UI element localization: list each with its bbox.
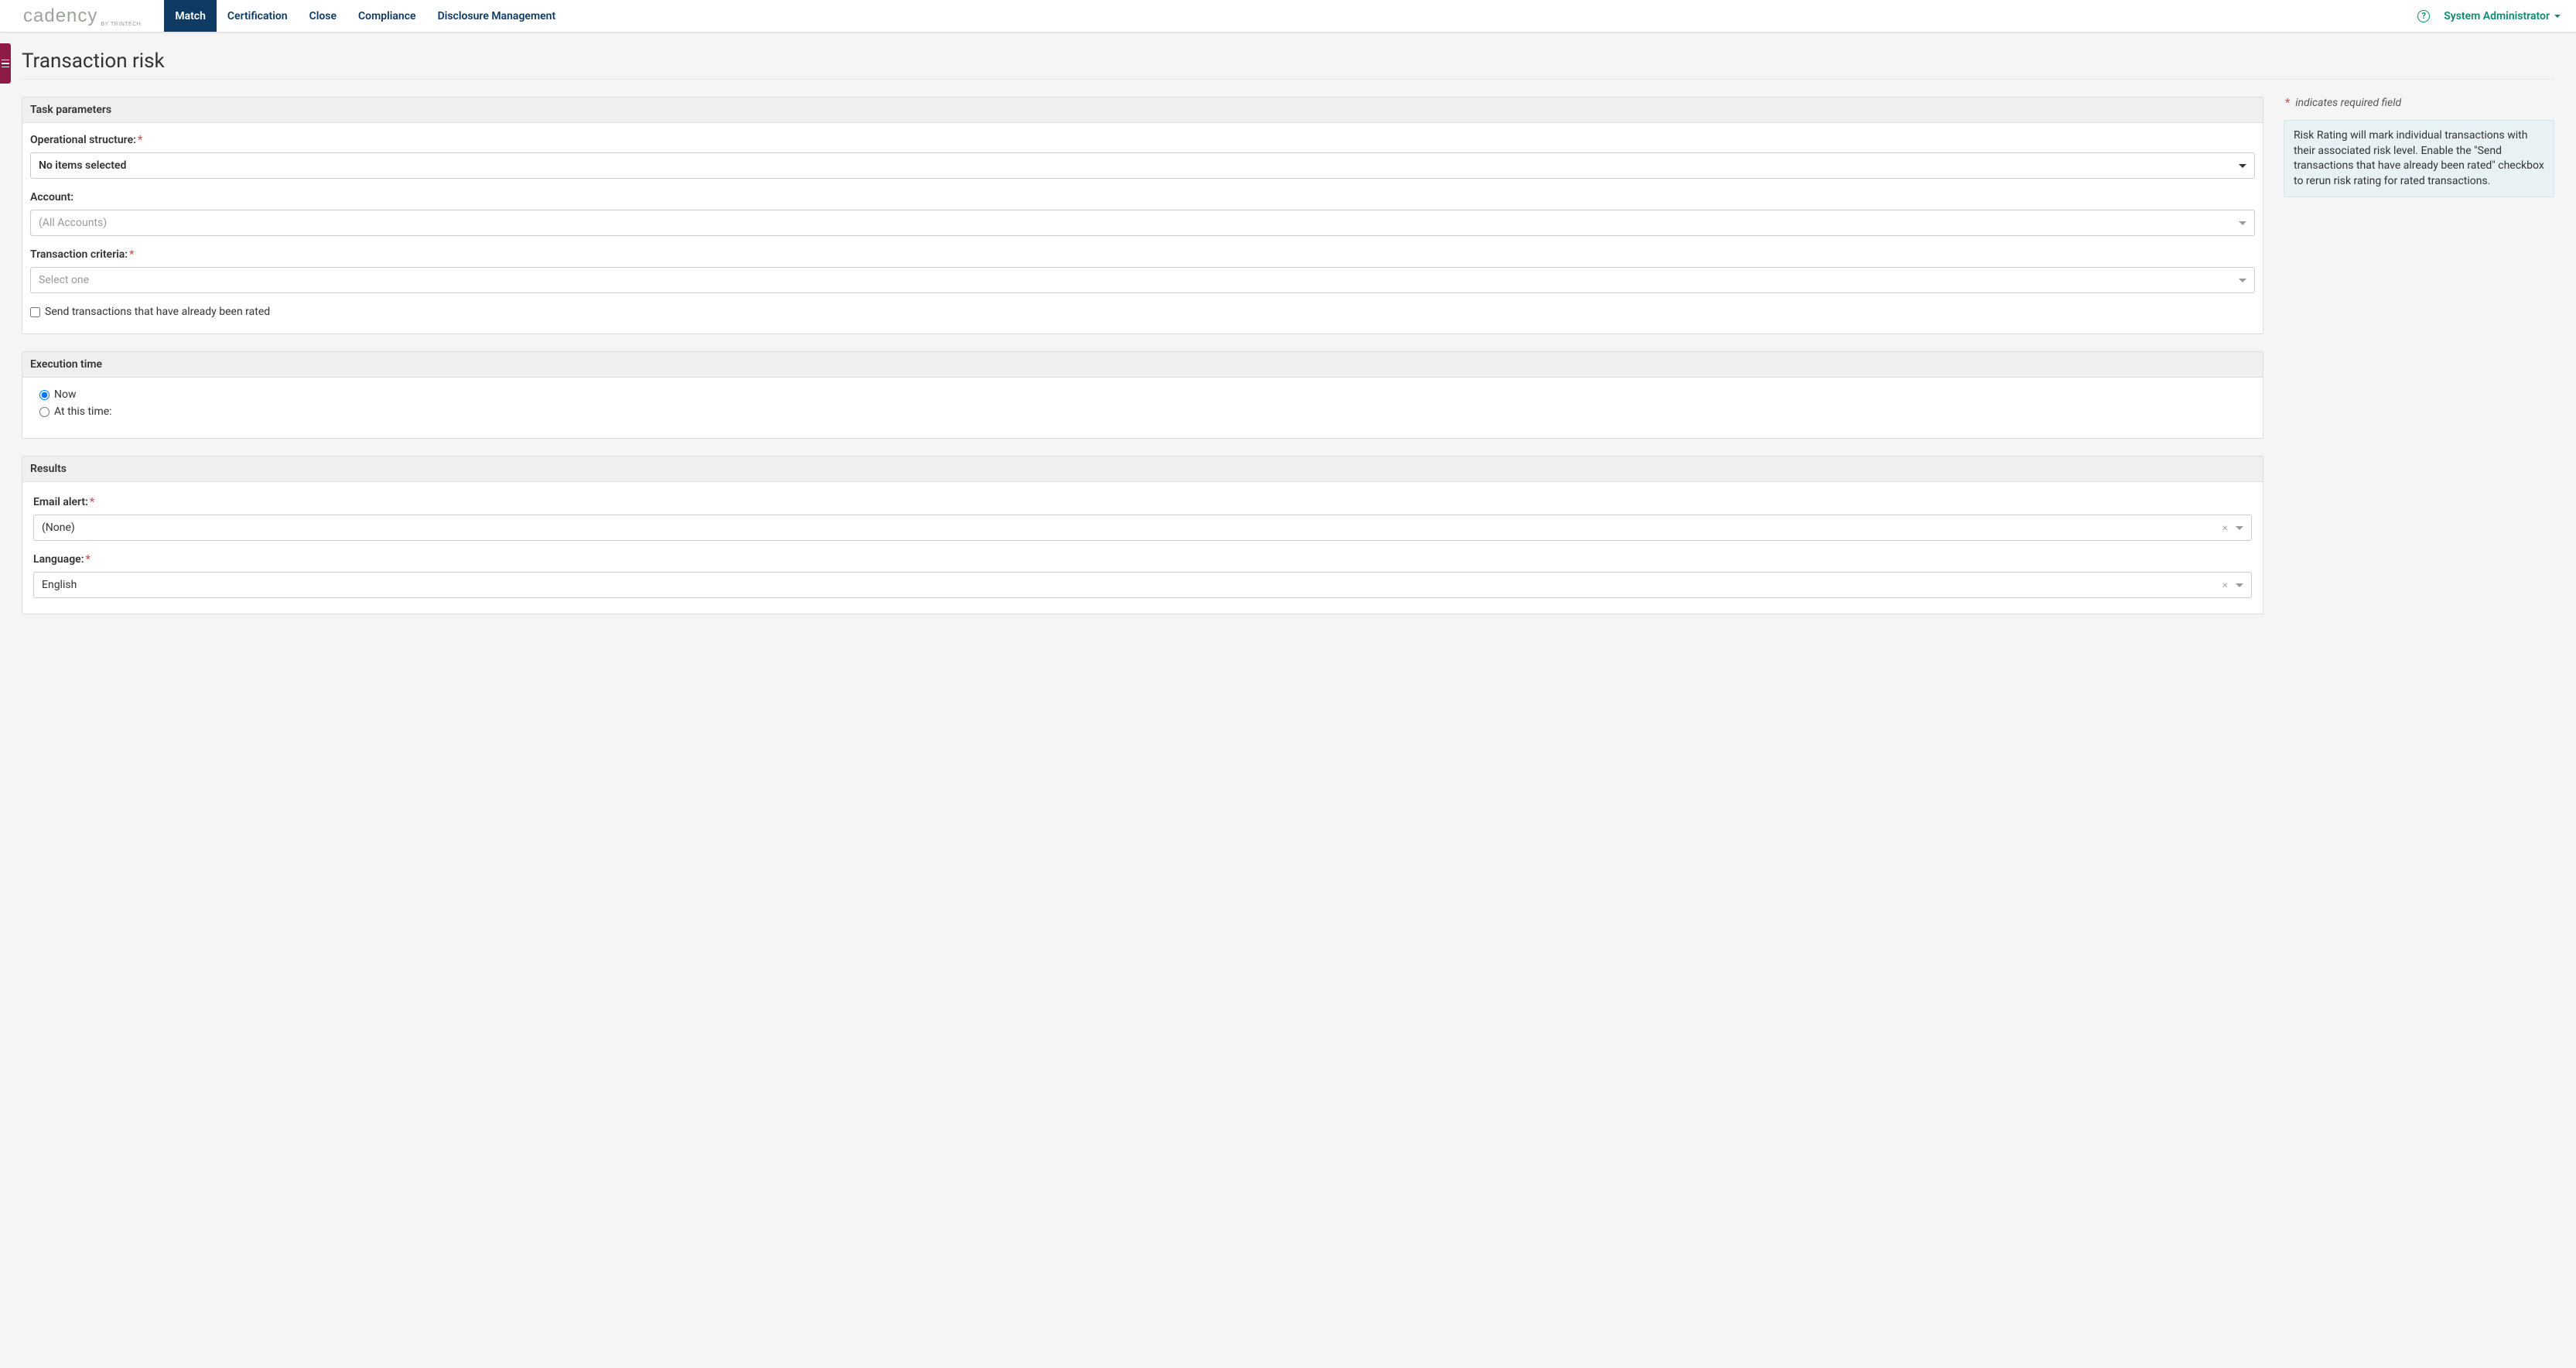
nav-tab-certification[interactable]: Certification	[217, 0, 299, 32]
transaction-criteria-placeholder: Select one	[39, 274, 89, 286]
brand-name: cadency	[23, 5, 97, 27]
execution-at-time-radio[interactable]	[39, 407, 50, 417]
nav-tab-disclosure-management[interactable]: Disclosure Management	[427, 0, 567, 32]
operational-structure-select[interactable]: No items selected	[30, 152, 2255, 179]
send-rated-label: Send transactions that have already been…	[45, 306, 270, 318]
label-account: Account:	[30, 191, 2255, 203]
nav-right: ? System Administrator	[2417, 0, 2576, 32]
user-name: System Administrator	[2444, 10, 2550, 22]
menu-icon	[2, 60, 9, 68]
panel-header-task-parameters: Task parameters	[22, 97, 2263, 123]
panel-results: Results Email alert:* (None) ×	[22, 456, 2263, 614]
user-menu[interactable]: System Administrator	[2444, 10, 2561, 22]
operational-structure-value: No items selected	[39, 159, 126, 172]
caret-down-icon	[2239, 221, 2246, 225]
nav-tab-close[interactable]: Close	[299, 0, 347, 32]
transaction-criteria-select[interactable]: Select one	[30, 267, 2255, 293]
panel-header-results: Results	[22, 457, 2263, 482]
top-nav: cadency BY TRINTECH Match Certification …	[0, 0, 2576, 32]
brand-logo: cadency BY TRINTECH	[0, 0, 164, 32]
clear-icon[interactable]: ×	[2222, 522, 2228, 534]
language-select[interactable]: English ×	[33, 572, 2252, 598]
execution-now-label: Now	[54, 388, 77, 401]
caret-down-icon	[2239, 164, 2246, 168]
caret-down-icon	[2554, 15, 2561, 18]
email-alert-value: (None)	[42, 522, 75, 534]
label-operational-structure: Operational structure:*	[30, 134, 2255, 146]
account-placeholder: (All Accounts)	[39, 217, 107, 229]
brand-sub: BY TRINTECH	[101, 22, 141, 27]
caret-down-icon	[2239, 279, 2246, 282]
execution-now-radio[interactable]	[39, 390, 50, 400]
panel-execution-time: Execution time Now At this time:	[22, 351, 2263, 439]
sidebar-expand-handle[interactable]	[0, 43, 11, 84]
execution-at-time-label: At this time:	[54, 405, 112, 418]
caret-down-icon	[2236, 526, 2243, 530]
language-value: English	[42, 579, 77, 591]
page-title: Transaction risk	[22, 42, 2554, 80]
label-transaction-criteria: Transaction criteria:*	[30, 248, 2255, 261]
email-alert-select[interactable]: (None) ×	[33, 515, 2252, 541]
label-language: Language:*	[33, 553, 2252, 566]
required-marker: *	[86, 553, 91, 566]
nav-tabs: Match Certification Close Compliance Dis…	[164, 0, 566, 32]
required-marker: *	[138, 134, 142, 146]
panel-header-execution-time: Execution time	[22, 352, 2263, 378]
required-marker: *	[129, 248, 134, 261]
required-marker: *	[90, 496, 94, 508]
caret-down-icon	[2236, 583, 2243, 587]
help-icon[interactable]: ?	[2417, 10, 2430, 22]
panel-task-parameters: Task parameters Operational structure:* …	[22, 97, 2263, 334]
label-email-alert: Email alert:*	[33, 496, 2252, 508]
clear-icon[interactable]: ×	[2222, 579, 2228, 591]
nav-tab-compliance[interactable]: Compliance	[347, 0, 427, 32]
info-box: Risk Rating will mark individual transac…	[2284, 120, 2554, 197]
account-select[interactable]: (All Accounts)	[30, 210, 2255, 236]
nav-tab-match[interactable]: Match	[164, 0, 217, 32]
required-field-note: * indicates required field	[2284, 97, 2554, 109]
send-rated-checkbox[interactable]	[30, 307, 40, 317]
